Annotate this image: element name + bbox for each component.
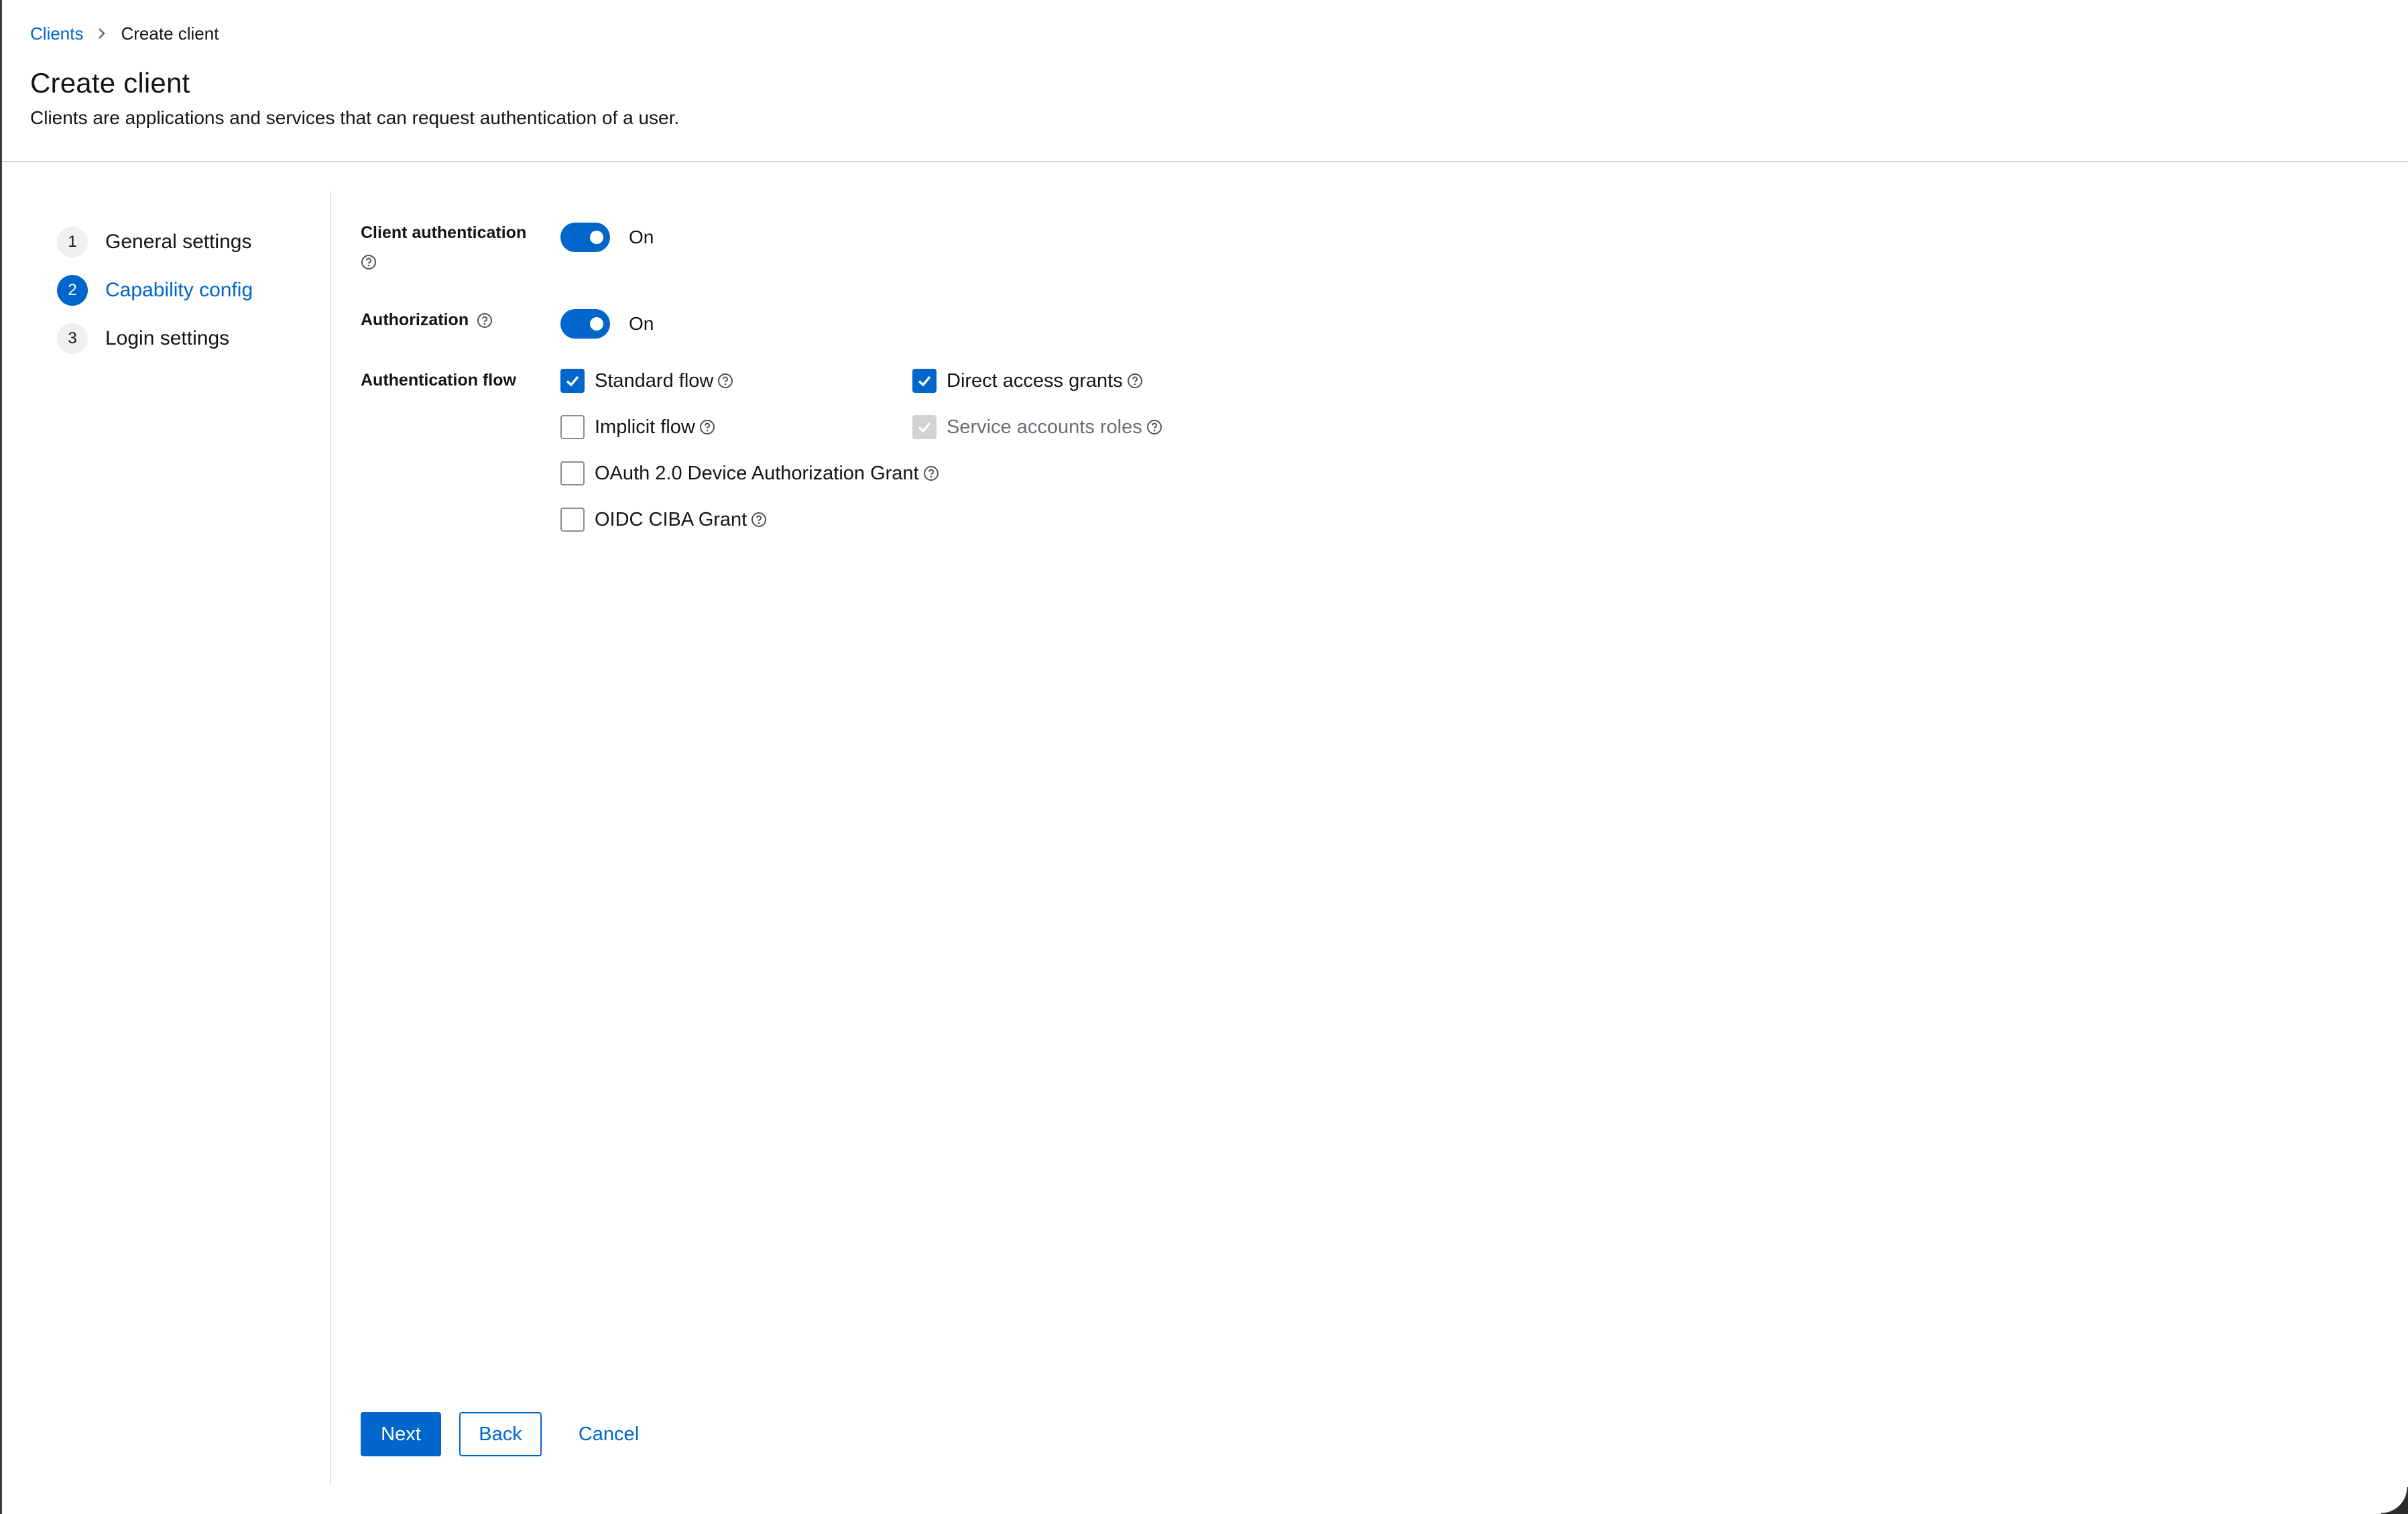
service-accounts-roles-label: Service accounts roles xyxy=(947,416,1162,439)
check-icon xyxy=(918,375,931,387)
back-button[interactable]: Back xyxy=(459,1412,542,1456)
standard-flow-label: Standard flow xyxy=(595,370,733,392)
breadcrumb: Clients Create client xyxy=(30,20,219,47)
authentication-flow-label: Authentication flow xyxy=(361,371,516,390)
wizard-nav: 1 General settings 2 Capability config 3… xyxy=(57,218,325,363)
oauth-device-grant-checkbox[interactable] xyxy=(560,461,585,485)
breadcrumb-link-clients[interactable]: Clients xyxy=(30,23,83,44)
implicit-flow-option: Implicit flow xyxy=(560,415,715,439)
authorization-state: On xyxy=(629,313,654,334)
step-label: Capability config xyxy=(105,279,253,301)
service-accounts-roles-checkbox xyxy=(912,415,937,439)
standard-flow-text: Standard flow xyxy=(595,369,714,392)
question-circle-icon[interactable] xyxy=(923,465,939,481)
question-circle-icon[interactable] xyxy=(1146,419,1162,435)
page-title: Create client xyxy=(30,67,190,99)
implicit-flow-text: Implicit flow xyxy=(595,416,695,438)
wizard-divider xyxy=(330,191,331,1485)
client-authentication-label-text: Client authentication xyxy=(361,223,527,242)
client-authentication-state: On xyxy=(629,227,654,247)
oidc-ciba-grant-option: OIDC CIBA Grant xyxy=(560,508,767,532)
question-circle-icon[interactable] xyxy=(699,419,715,435)
direct-access-grants-label: Direct access grants xyxy=(947,370,1143,392)
oauth-device-grant-option: OAuth 2.0 Device Authorization Grant xyxy=(560,461,939,485)
window-left-edge xyxy=(0,0,2,1514)
service-accounts-roles-option: Service accounts roles xyxy=(912,415,1162,439)
oidc-ciba-grant-text: OIDC CIBA Grant xyxy=(595,508,747,530)
wizard-step-capability-config[interactable]: 2 Capability config xyxy=(57,266,325,314)
client-authentication-label: Client authentication xyxy=(361,223,526,270)
question-circle-icon[interactable] xyxy=(751,512,767,528)
question-circle-icon[interactable] xyxy=(477,312,493,329)
implicit-flow-checkbox[interactable] xyxy=(560,415,585,439)
chevron-right-icon xyxy=(98,27,106,40)
standard-flow-option: Standard flow xyxy=(560,369,733,393)
window-corner xyxy=(2381,1487,2408,1514)
next-button[interactable]: Next xyxy=(361,1412,441,1456)
standard-flow-checkbox[interactable] xyxy=(560,369,585,393)
step-label: General settings xyxy=(105,231,252,253)
direct-access-grants-checkbox[interactable] xyxy=(912,369,937,393)
question-circle-icon[interactable] xyxy=(717,373,733,389)
page-description: Clients are applications and services th… xyxy=(30,107,680,128)
breadcrumb-current: Create client xyxy=(121,23,219,44)
step-number: 3 xyxy=(57,323,88,354)
question-circle-icon[interactable] xyxy=(1127,373,1143,389)
step-label: Login settings xyxy=(105,327,230,349)
client-authentication-switch[interactable] xyxy=(560,223,610,252)
implicit-flow-label: Implicit flow xyxy=(595,416,715,439)
authorization-label: Authorization xyxy=(361,310,493,330)
oidc-ciba-grant-checkbox[interactable] xyxy=(560,508,585,532)
header-divider xyxy=(2,161,2408,162)
cancel-button[interactable]: Cancel xyxy=(568,1412,649,1456)
check-icon xyxy=(918,422,931,433)
step-number: 2 xyxy=(57,275,88,306)
wizard-step-general-settings[interactable]: 1 General settings xyxy=(57,218,325,266)
switch-knob xyxy=(590,231,603,244)
service-accounts-roles-text: Service accounts roles xyxy=(947,416,1142,438)
authorization-switch[interactable] xyxy=(560,309,610,339)
switch-knob xyxy=(590,317,603,331)
oidc-ciba-grant-label: OIDC CIBA Grant xyxy=(595,509,767,531)
oauth-device-grant-text: OAuth 2.0 Device Authorization Grant xyxy=(595,462,919,484)
question-circle-icon[interactable] xyxy=(361,254,377,270)
check-icon xyxy=(566,375,579,387)
oauth-device-grant-label: OAuth 2.0 Device Authorization Grant xyxy=(595,463,939,485)
wizard-step-login-settings[interactable]: 3 Login settings xyxy=(57,314,325,363)
authorization-label-text: Authorization xyxy=(361,310,469,329)
direct-access-grants-option: Direct access grants xyxy=(912,369,1143,393)
direct-access-grants-text: Direct access grants xyxy=(947,369,1123,392)
step-number: 1 xyxy=(57,227,88,257)
